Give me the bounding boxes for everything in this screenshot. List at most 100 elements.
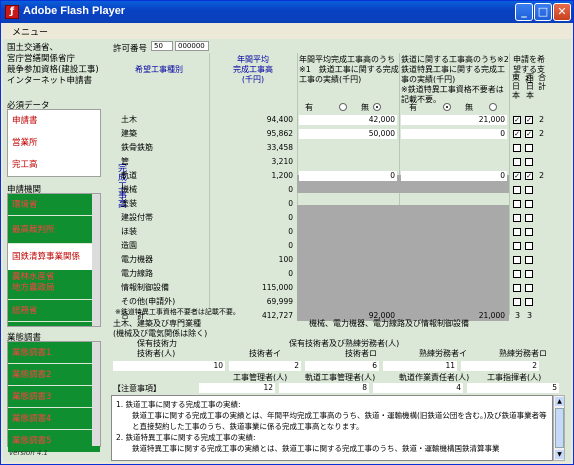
avg-value: 0: [288, 199, 293, 208]
west-checkbox[interactable]: ✓: [525, 116, 533, 124]
scroll-thumb[interactable]: [555, 408, 564, 448]
east-checkbox[interactable]: [513, 256, 521, 264]
tech-i-field[interactable]: 2: [229, 361, 301, 371]
org-list: 環境省 最高裁判所 国鉄清算事業関係 農林水産省 地方農政局 総務省: [7, 193, 101, 327]
radio-general-no[interactable]: [373, 103, 381, 111]
commander-field[interactable]: 5: [467, 383, 559, 393]
row-label: ほ装: [121, 227, 137, 236]
scroll-up-icon[interactable]: ▲: [555, 397, 564, 406]
rail-value[interactable]: 21,000: [401, 115, 507, 125]
table-row: 建築 95,862 50,000 0 ✓ ✓ 2: [109, 129, 549, 139]
nav-survey-3[interactable]: 業態調書3: [8, 386, 100, 408]
east-checkbox[interactable]: [513, 242, 521, 250]
row-label: 電力機器: [121, 255, 153, 264]
skilled-i-label: 熟練労務者イ: [419, 349, 467, 358]
agency-line: 国土交通省、: [7, 43, 59, 53]
west-checkbox[interactable]: [525, 242, 533, 250]
tech-count-field[interactable]: 10: [113, 361, 225, 371]
skilled-i-field[interactable]: 11: [383, 361, 457, 371]
general-value[interactable]: 42,000: [299, 115, 397, 125]
west-checkbox[interactable]: [525, 298, 533, 306]
avg-value: 0: [288, 241, 293, 250]
east-checkbox[interactable]: [513, 270, 521, 278]
west-checkbox[interactable]: ✓: [525, 172, 533, 180]
east-checkbox[interactable]: [513, 158, 521, 166]
table-row: ほ装 0: [109, 227, 549, 237]
window-title: Adobe Flash Player: [23, 5, 126, 17]
org-scrollbar[interactable]: [92, 194, 100, 326]
east-checkbox[interactable]: [513, 214, 521, 222]
nav-survey-2[interactable]: 業態調書2: [8, 364, 100, 386]
track-manager-field[interactable]: 8: [279, 383, 369, 393]
west-checkbox[interactable]: [525, 228, 533, 236]
west-checkbox[interactable]: [525, 284, 533, 292]
nav-org-agri[interactable]: 農林水産省 地方農政局: [8, 270, 100, 300]
notice-box[interactable]: 1. 鉄道工事に関する完成工事の実績: 鉄道工事に関する完成工事の実績とは、年間…: [111, 395, 553, 461]
col-west-header: 西日本: [526, 73, 534, 100]
nav-org-soumu[interactable]: 総務省: [8, 300, 100, 322]
east-checkbox[interactable]: ✓: [513, 172, 521, 180]
staff-group-label: 保有技術者及び熟練労務者(人): [289, 339, 400, 348]
east-checkbox[interactable]: [513, 298, 521, 306]
west-checkbox[interactable]: [525, 200, 533, 208]
sum-value: 2: [539, 129, 545, 138]
scroll-down-icon[interactable]: ▼: [555, 450, 564, 459]
notice-title: 【注意事項】: [113, 384, 161, 393]
avg-value: 3,210: [271, 157, 293, 166]
skilled-ro-field[interactable]: 2: [461, 361, 539, 371]
table-row: 造園 0: [109, 241, 549, 251]
west-checkbox[interactable]: [525, 158, 533, 166]
west-checkbox[interactable]: [525, 186, 533, 194]
nav-completion[interactable]: 完工高: [8, 154, 100, 176]
notice-line: 1. 鉄道工事に関する完成工事の実績:: [116, 400, 241, 409]
east-checkbox[interactable]: ✓: [513, 130, 521, 138]
nav-org-env[interactable]: 環境省: [8, 194, 100, 216]
table-row: 電力線路 0: [109, 269, 549, 279]
east-checkbox[interactable]: [513, 200, 521, 208]
west-checkbox[interactable]: [525, 256, 533, 264]
east-checkbox[interactable]: [513, 228, 521, 236]
nav-application[interactable]: 申請書: [8, 110, 100, 132]
east-checkbox[interactable]: ✓: [513, 116, 521, 124]
east-checkbox[interactable]: [513, 144, 521, 152]
general-value[interactable]: 0: [299, 171, 397, 181]
minimize-button[interactable]: _: [515, 3, 533, 21]
avg-value: 0: [288, 269, 293, 278]
radio-general-yes[interactable]: [339, 103, 347, 111]
general-value[interactable]: 50,000: [299, 129, 397, 139]
west-checkbox[interactable]: [525, 214, 533, 222]
rail-value[interactable]: 0: [401, 129, 507, 139]
title-bar[interactable]: ƒ Adobe Flash Player _ □ ✕: [1, 1, 573, 23]
app-window: ƒ Adobe Flash Player _ □ ✕ メニュー 国土交通省、 宮…: [0, 0, 574, 465]
nav-survey-1[interactable]: 業態調書1: [8, 342, 100, 364]
radio-rail-yes[interactable]: [443, 103, 451, 111]
avg-value: 33,458: [266, 143, 293, 152]
nav-org-court[interactable]: 最高裁判所: [8, 216, 100, 244]
close-button[interactable]: ✕: [553, 3, 571, 21]
nav-survey-4[interactable]: 業態調書4: [8, 408, 100, 430]
col-avg-header: 年間平均 完成工事高 (千円): [233, 55, 273, 84]
west-checkbox[interactable]: ✓: [525, 130, 533, 138]
survey-scrollbar[interactable]: [92, 342, 100, 446]
maximize-button[interactable]: □: [534, 3, 552, 21]
agency-line: インターネット申請書: [7, 76, 93, 86]
menu-bar: メニュー: [2, 23, 572, 39]
west-checkbox[interactable]: [525, 144, 533, 152]
menu-item[interactable]: メニュー: [12, 25, 48, 38]
radio-rail-no[interactable]: [489, 103, 497, 111]
tech-ro-field[interactable]: 6: [305, 361, 379, 371]
notice-scrollbar[interactable]: ▲ ▼: [553, 395, 565, 461]
row-label: 建設付帯: [121, 213, 153, 222]
track-worker-field[interactable]: 4: [373, 383, 463, 393]
manager-field[interactable]: 12: [199, 383, 275, 393]
east-checkbox[interactable]: [513, 284, 521, 292]
rail-value[interactable]: 0: [401, 171, 507, 181]
permit-field-2[interactable]: 000000: [175, 41, 209, 51]
version-label: version 4.1: [9, 449, 48, 457]
nav-office[interactable]: 営業所: [8, 132, 100, 154]
table-row: 管 3,210: [109, 157, 549, 167]
nav-org-rail[interactable]: 国鉄清算事業関係: [8, 244, 100, 270]
west-checkbox[interactable]: [525, 270, 533, 278]
east-checkbox[interactable]: [513, 186, 521, 194]
permit-field-1[interactable]: 50: [151, 41, 173, 51]
